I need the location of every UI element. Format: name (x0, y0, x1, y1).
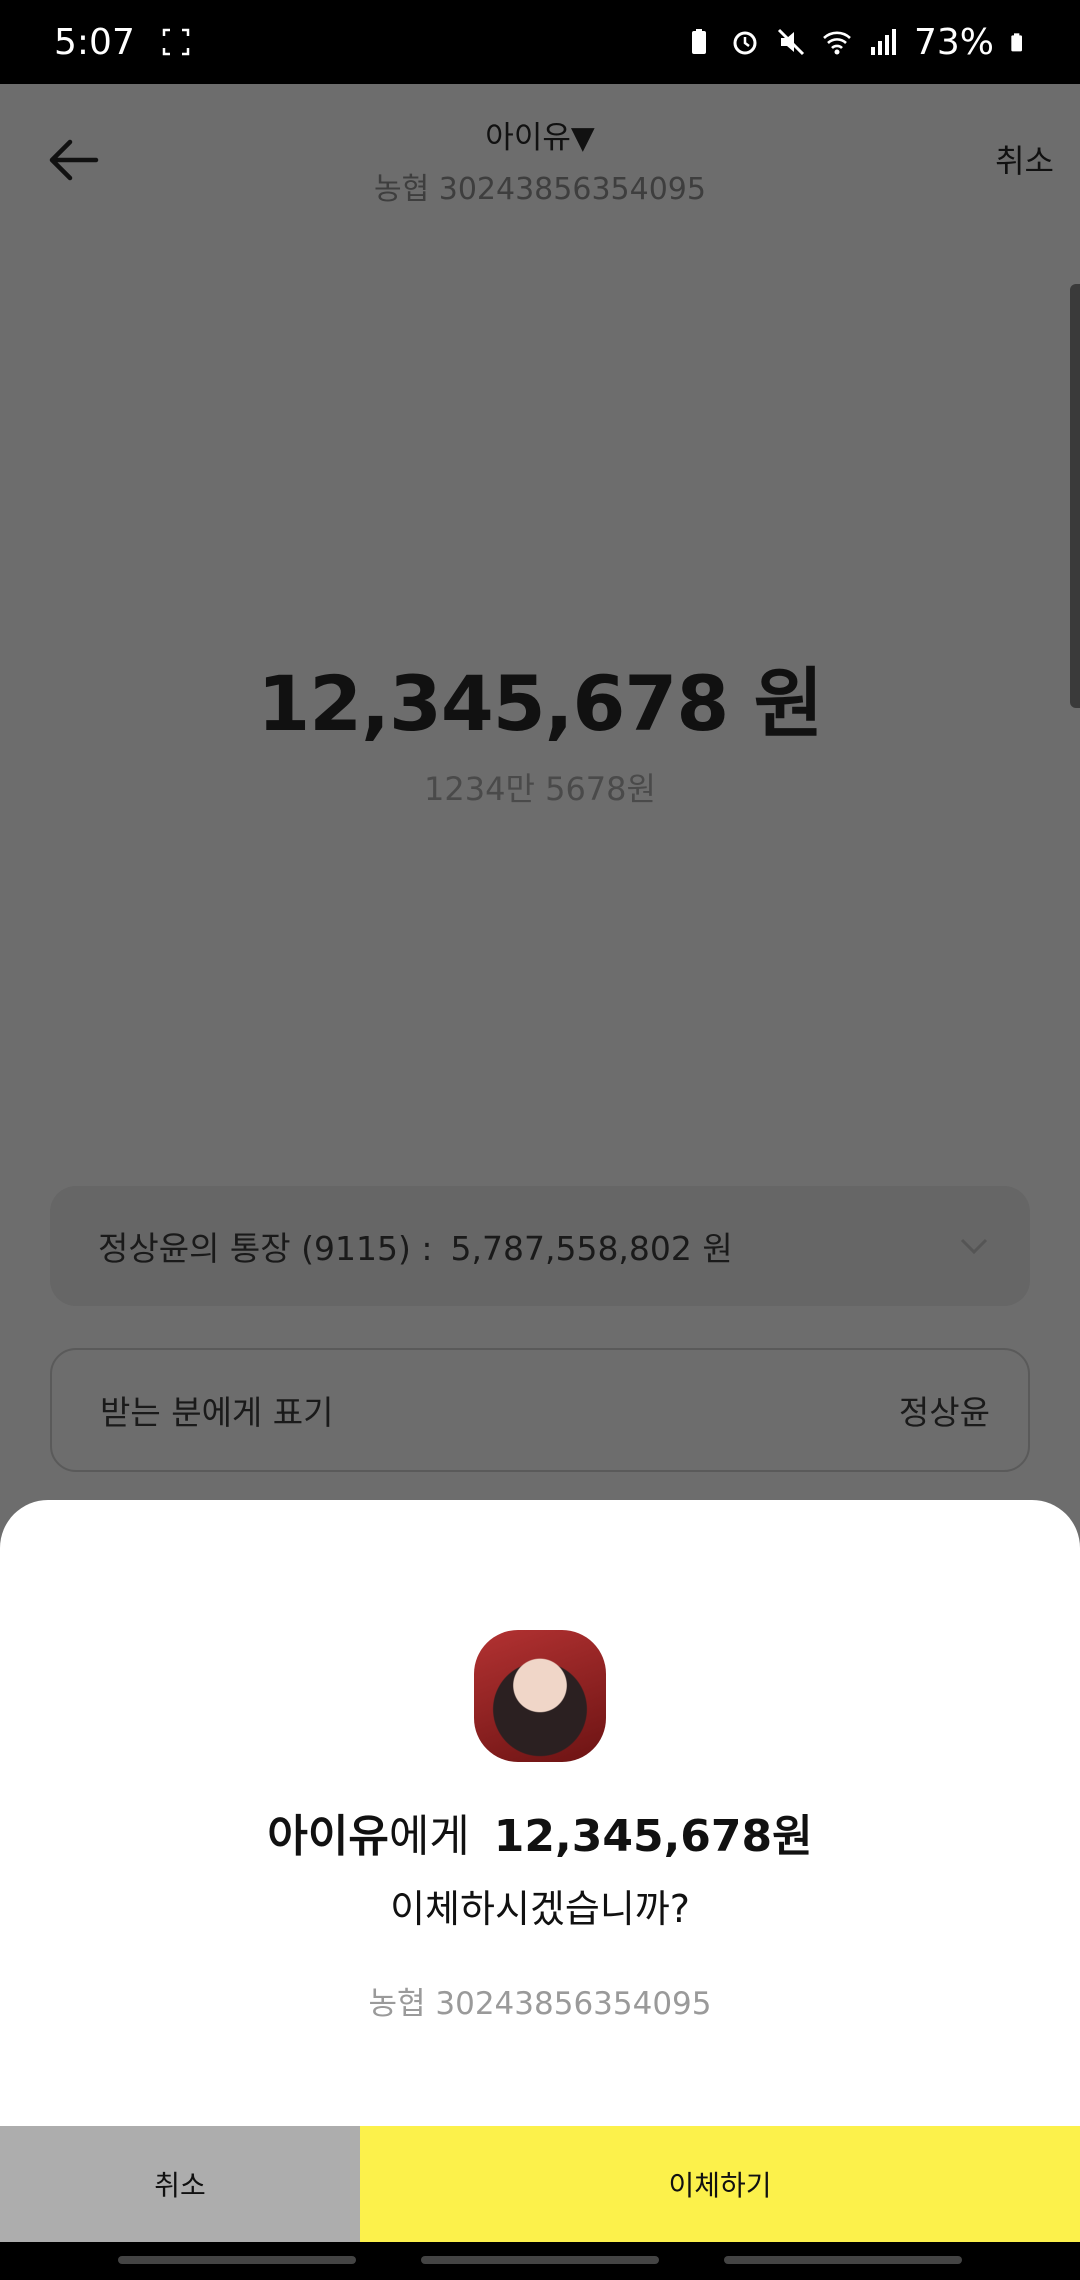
confirm-question: 이체하시겠습니까? (390, 1887, 690, 1931)
transfer-amount-korean: 1234만 5678원 (424, 770, 656, 808)
alarm-icon (733, 31, 757, 55)
mute-icon (777, 28, 805, 56)
chevron-down-icon (960, 1238, 988, 1255)
recipient-name-dropdown[interactable]: 아이유▼ (0, 112, 1080, 157)
from-account-select[interactable]: 정상윤의 통장 (9115) : 5,787,558,802 원 (50, 1186, 1030, 1306)
nav-pill (724, 2256, 962, 2264)
from-account-balance: 5,787,558,802 원 (450, 1229, 733, 1268)
signal-icon (870, 29, 896, 55)
from-account-label: 정상윤의 통장 (9115) : (98, 1229, 433, 1268)
cancel-button[interactable]: 취소 (0, 2126, 360, 2242)
transfer-screen: 아이유▼ 농협 30243856354095 취소 12,345,678 원 1… (0, 84, 1080, 2280)
status-time: 5:07 (54, 21, 135, 63)
recipient-memo-field[interactable]: 받는 분에게 표기 정상윤 (50, 1348, 1030, 1472)
battery-percent: 73% (913, 21, 994, 63)
wifi-icon (823, 31, 851, 55)
confirm-recipient: 아이유 (267, 1811, 389, 1862)
navigation-bar (0, 2242, 1080, 2280)
memo-value: 정상윤 (898, 1393, 990, 1432)
header: 아이유▼ 농협 30243856354095 취소 (0, 84, 1080, 244)
confirm-amount: 12,345,678원 (493, 1811, 813, 1862)
screenshot-icon (162, 28, 190, 56)
transfer-button[interactable]: 이체하기 (360, 2126, 1080, 2242)
battery-saver-icon (691, 29, 706, 54)
nav-pill (421, 2256, 659, 2264)
confirm-account: 농협 30243856354095 (368, 1986, 712, 2022)
header-cancel-button[interactable]: 취소 (995, 136, 1054, 182)
nav-pill (118, 2256, 356, 2264)
confirm-bottom-sheet: 아이유에게 12,345,678원 이체하시겠습니까? 농협 302438563… (0, 1500, 1080, 2280)
memo-label: 받는 분에게 표기 (100, 1393, 334, 1432)
avatar (474, 1630, 606, 1762)
confirm-particle: 에게 (388, 1811, 470, 1862)
transfer-amount: 12,345,678 원 (257, 659, 823, 748)
status-bar: 5:07 73% (0, 0, 1080, 84)
confirm-message: 아이유에게 12,345,678원 (0, 1800, 1080, 1864)
battery-icon (1011, 33, 1022, 52)
recipient-account: 농협 30243856354095 (374, 172, 706, 207)
